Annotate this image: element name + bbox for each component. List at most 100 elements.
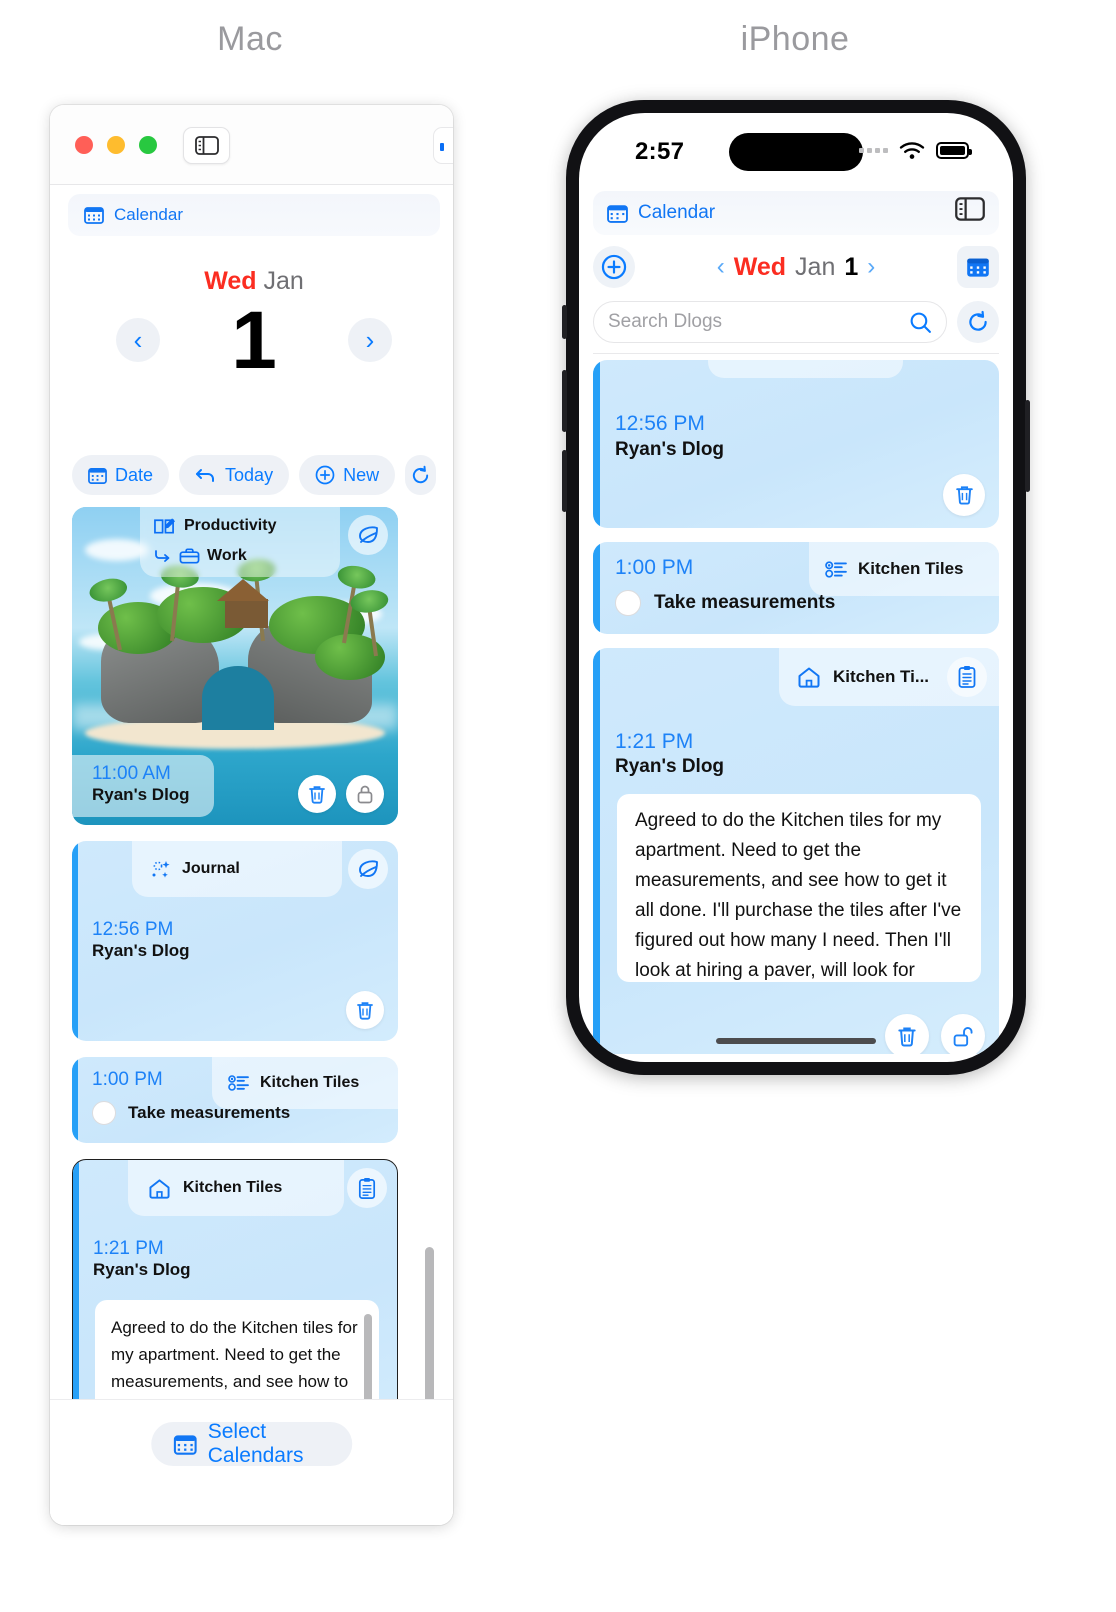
minimize-button[interactable]: [107, 136, 125, 154]
iphone-card-delete-button[interactable]: [885, 1014, 929, 1054]
status-time: 2:57: [635, 138, 685, 165]
titlebar-overflow-button[interactable]: [433, 127, 453, 164]
battery-icon: [936, 142, 972, 159]
mac-card-delete-button[interactable]: [346, 991, 384, 1029]
subcategory-row: Work: [154, 547, 247, 565]
mac-event-list[interactable]: Productivity Work 11:00 AM Ryan's Dlog J…: [72, 507, 440, 1517]
card-accent-stripe: [593, 542, 600, 634]
power-button[interactable]: [1025, 400, 1030, 492]
mac-card-category-chip[interactable]: Kitchen Tiles: [128, 1160, 344, 1216]
mac-card-journal[interactable]: Journal 12:56 PM Ryan's Dlog: [72, 841, 398, 1041]
iphone-card-note[interactable]: Kitchen Ti... 1:21 PM Ryan's Dlog Agreed…: [593, 648, 999, 1054]
arrow-turn-icon: [154, 548, 172, 564]
iphone-calendar-bar[interactable]: Calendar: [593, 191, 999, 235]
mac-card-image-event[interactable]: Productivity Work 11:00 AM Ryan's Dlog: [72, 507, 398, 825]
mac-calendar-bar[interactable]: Calendar: [68, 194, 440, 236]
mac-new-button-label: New: [343, 464, 380, 485]
iphone-search-row: Search Dlogs: [593, 299, 999, 345]
iphone-calendar-picker-button[interactable]: [957, 246, 999, 288]
mac-card-clipboard-button[interactable]: [347, 1168, 387, 1208]
home-indicator: [716, 1038, 876, 1044]
iphone-refresh-button[interactable]: [957, 301, 999, 343]
iphone-date-nav: ‹ Wed Jan 1 ›: [593, 241, 999, 293]
sidebar-toggle-button[interactable]: [183, 127, 230, 164]
search-icon[interactable]: [909, 311, 932, 334]
iphone-note-text: Agreed to do the Kitchen tiles for my ap…: [635, 810, 962, 981]
calendar-icon: [84, 205, 104, 225]
cellular-signal-icon: [859, 148, 888, 153]
refresh-icon: [966, 310, 990, 334]
mac-card-leaf-button[interactable]: [348, 849, 388, 889]
card-accent-stripe: [593, 360, 600, 528]
mac-card-task[interactable]: Kitchen Tiles 1:00 PM Take measurements: [72, 1057, 398, 1143]
iphone-day-number: 1: [844, 252, 859, 281]
mac-toolbar: Date Today New: [72, 455, 436, 495]
mac-date-panel: Wed Jan ‹ 1 › Date Today New: [72, 245, 436, 535]
trash-icon: [954, 484, 975, 506]
lock-open-icon: [952, 1025, 975, 1048]
maximize-button[interactable]: [139, 136, 157, 154]
mac-month: Jan: [263, 267, 304, 295]
iphone-date-display: ‹ Wed Jan 1 ›: [593, 253, 999, 282]
mac-date-header: Wed Jan: [72, 245, 436, 296]
iphone-card-task[interactable]: Kitchen Tiles 1:00 PM Take measurements: [593, 542, 999, 634]
book-pencil-icon: [154, 517, 175, 535]
iphone-note-box[interactable]: Agreed to do the Kitchen tiles for my ap…: [617, 794, 981, 982]
iphone-card-category-chip[interactable]: Kitchen Tiles: [809, 542, 999, 596]
mac-card-category-label: Kitchen Tiles: [260, 1074, 360, 1091]
iphone-sidebar-toggle-button[interactable]: [955, 197, 985, 221]
mac-card-lock-button[interactable]: [346, 775, 384, 813]
category-row: Productivity: [154, 517, 276, 535]
iphone-card-clipboard-button[interactable]: [947, 657, 988, 697]
iphone-card-title: Ryan's Dlog: [615, 756, 725, 777]
mac-date-button[interactable]: Date: [72, 455, 170, 495]
iphone-task-label: Take measurements: [654, 592, 836, 613]
mac-card-delete-button[interactable]: [298, 775, 336, 813]
calendar-icon: [966, 255, 990, 279]
search-placeholder: Search Dlogs: [608, 311, 723, 332]
mac-card-title: Ryan's Dlog: [93, 1260, 191, 1279]
select-calendars-button[interactable]: Select Calendars: [150, 1420, 353, 1467]
iphone-event-list[interactable]: 12:56 PM Ryan's Dlog Kitchen Tiles 1:00 …: [593, 354, 999, 1054]
iphone-caption: iPhone: [740, 20, 850, 58]
search-input[interactable]: Search Dlogs: [593, 301, 947, 343]
mac-card-category-chip[interactable]: Journal: [132, 841, 342, 897]
iphone-next-day-button[interactable]: ›: [867, 253, 875, 281]
iphone-calendar-label: Calendar: [638, 202, 716, 223]
mac-card-time: 11:00 AM: [92, 763, 171, 784]
leaf-icon: [356, 858, 380, 880]
iphone-card-journal[interactable]: 12:56 PM Ryan's Dlog: [593, 360, 999, 528]
comparison-stage: Mac iPhone Calendar Wed Jan ‹ 1 › Date T…: [0, 0, 1116, 1612]
iphone-card-unlock-button[interactable]: [941, 1014, 985, 1054]
mac-caption: Mac: [217, 20, 283, 58]
mac-calendar-label: Calendar: [114, 205, 183, 224]
iphone-screen: 2:57 Calendar ‹ Wed Jan 1 › Search Dlogs…: [579, 113, 1013, 1062]
iphone-card-delete-button[interactable]: [943, 474, 985, 516]
iphone-card-time: 1:21 PM: [615, 730, 694, 753]
mac-card-category-chip[interactable]: Productivity Work: [140, 507, 340, 577]
volume-down-button[interactable]: [562, 450, 567, 512]
home-icon: [797, 666, 821, 688]
mac-new-button[interactable]: New: [299, 455, 396, 495]
mac-date-nav: ‹ 1 ›: [72, 296, 436, 391]
mac-window: Calendar Wed Jan ‹ 1 › Date Today New Pr…: [50, 105, 453, 1525]
mac-card-leaf-button[interactable]: [348, 515, 388, 555]
mac-next-day-button[interactable]: ›: [348, 318, 392, 362]
wifi-icon: [899, 141, 925, 160]
lock-closed-icon: [356, 784, 374, 805]
mac-footer: Select Calendars: [50, 1399, 453, 1525]
iphone-card-time: 1:00 PM: [615, 556, 694, 579]
mac-card-time: 1:21 PM: [93, 1238, 164, 1259]
iphone-card-category-chip[interactable]: Kitchen Ti...: [779, 648, 999, 706]
card-accent-stripe: [593, 648, 600, 1054]
mac-today-button[interactable]: Today: [179, 455, 290, 495]
iphone-prev-day-button[interactable]: ‹: [717, 253, 725, 281]
mac-refresh-button[interactable]: [405, 455, 436, 495]
mac-date-button-label: Date: [115, 464, 154, 485]
mac-card-title: Ryan's Dlog: [92, 941, 190, 960]
mac-task-checkbox[interactable]: [92, 1101, 116, 1125]
calendar-icon: [88, 466, 107, 485]
close-button[interactable]: [75, 136, 93, 154]
plus-circle-icon: [315, 465, 335, 485]
iphone-task-checkbox[interactable]: [615, 590, 641, 616]
